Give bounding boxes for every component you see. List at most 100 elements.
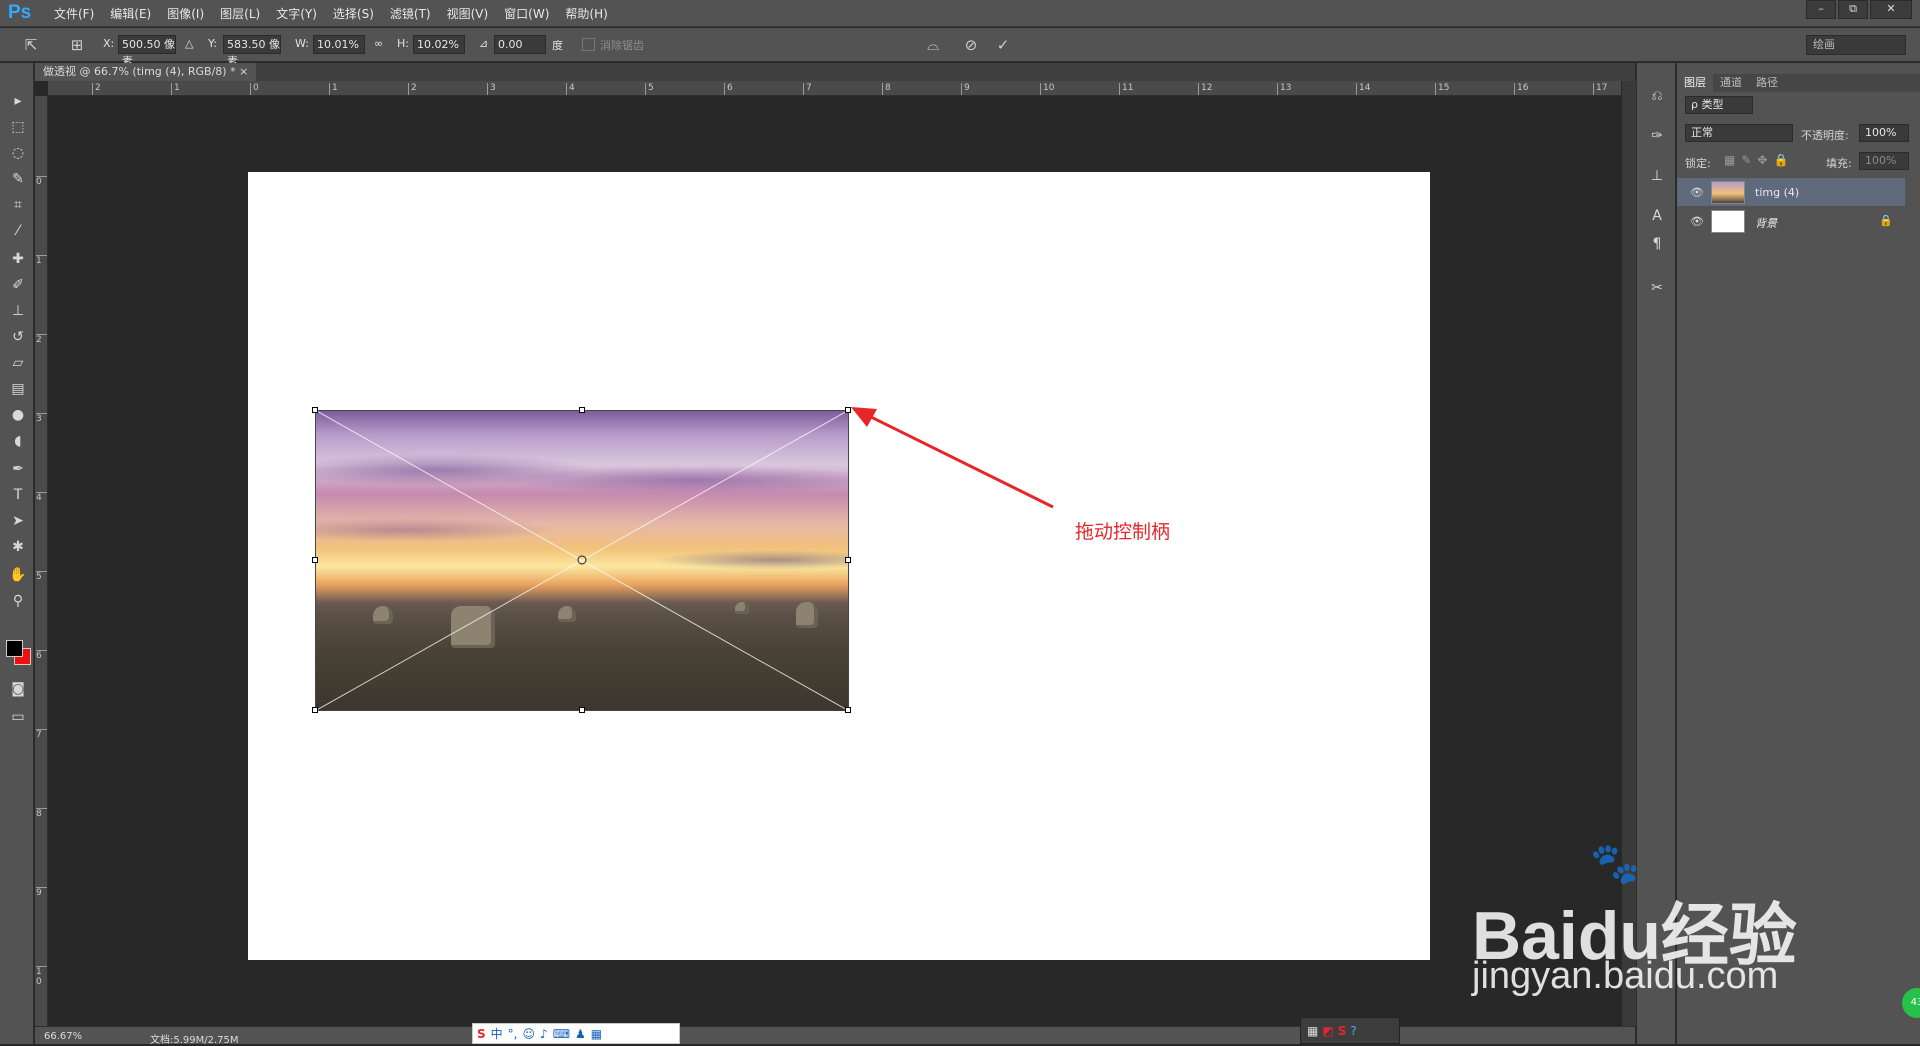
menu-view[interactable]: 视图(V) xyxy=(439,5,497,22)
menu-layer[interactable]: 图层(L) xyxy=(212,5,268,22)
mic-icon[interactable]: ♪ xyxy=(540,1027,548,1041)
menu-file[interactable]: 文件(F) xyxy=(46,5,102,22)
blur-tool-icon[interactable]: ● xyxy=(8,405,28,425)
ruler-v-label: 6 xyxy=(36,650,47,661)
vertical-ruler[interactable]: 0 1 2 3 4 5 6 7 8 9 1 0 xyxy=(35,96,48,1026)
screen-mode-icon[interactable]: ▭ xyxy=(8,707,28,727)
panel-tabs: 图层 通道 路径 xyxy=(1677,74,1920,92)
reference-point-icon[interactable]: ⊞ xyxy=(66,34,88,56)
layer-name[interactable]: timg (4) xyxy=(1755,186,1799,199)
marquee-tool-icon[interactable]: ⬚ xyxy=(8,117,28,137)
transform-tool-icon[interactable]: ⇱ xyxy=(20,34,42,56)
layer-row[interactable]: 👁 timg (4) xyxy=(1677,178,1905,206)
punctuation-icon[interactable]: °, xyxy=(508,1027,518,1041)
minimize-button[interactable]: – xyxy=(1806,0,1836,19)
tray-sogou-icon[interactable]: S xyxy=(1338,1024,1347,1038)
transform-handle-left[interactable] xyxy=(312,557,318,563)
dodge-tool-icon[interactable]: ◖ xyxy=(8,431,28,451)
visibility-eye-icon[interactable]: 👁 xyxy=(1690,186,1704,199)
antialias-checkbox[interactable] xyxy=(582,38,595,51)
crop-tool-icon[interactable]: ⌗ xyxy=(8,195,28,215)
path-select-tool-icon[interactable]: ➤ xyxy=(8,511,28,531)
layer-name[interactable]: 背景 xyxy=(1755,215,1777,231)
layer-filter-select[interactable]: ρ 类型 xyxy=(1685,96,1753,114)
workspace-select[interactable]: 绘画 xyxy=(1806,35,1906,55)
menu-help[interactable]: 帮助(H) xyxy=(557,5,615,22)
pen-tool-icon[interactable]: ✒ xyxy=(8,459,28,479)
ruler-h-label: 8 xyxy=(882,83,891,95)
tray-pdf-icon[interactable]: ◩ xyxy=(1322,1024,1333,1038)
restore-button[interactable]: ⧉ xyxy=(1838,0,1868,19)
transform-handle-bottom[interactable] xyxy=(579,707,585,713)
quick-mask-icon[interactable]: ◙ xyxy=(8,679,28,699)
healing-tool-icon[interactable]: ✚ xyxy=(8,249,28,269)
transform-handle-top-left[interactable] xyxy=(312,407,318,413)
horizontal-ruler[interactable]: 2 1 0 1 2 3 4 5 6 7 8 9 10 11 12 13 14 1… xyxy=(48,81,1621,96)
close-button[interactable]: ✕ xyxy=(1870,0,1912,19)
shape-tool-icon[interactable]: ✱ xyxy=(8,537,28,557)
cancel-transform-icon[interactable]: ⊘ xyxy=(960,34,982,56)
height-input[interactable]: 10.02% xyxy=(413,35,465,54)
layer-row[interactable]: 👁 背景 🔒 xyxy=(1677,207,1905,235)
zoom-level[interactable]: 66.67% xyxy=(44,1031,82,1042)
tool-presets-icon[interactable]: ✂ xyxy=(1645,277,1669,299)
ruler-h-label: 9 xyxy=(961,83,970,95)
menu-image[interactable]: 图像(I) xyxy=(159,5,212,22)
tray-grid-icon[interactable]: ▦ xyxy=(1307,1024,1318,1038)
type-tool-icon[interactable]: T xyxy=(8,485,28,505)
character-panel-icon[interactable]: A xyxy=(1645,205,1669,227)
menu-type[interactable]: 文字(Y) xyxy=(268,5,325,22)
watermark-url: jingyan.baidu.com xyxy=(1472,955,1779,997)
clone-source-icon[interactable]: ⊥ xyxy=(1645,165,1669,187)
document-tab[interactable]: 做透视 @ 66.7% (timg (4), RGB/8) * × xyxy=(35,63,257,81)
blend-mode-select[interactable]: 正常 xyxy=(1685,124,1793,142)
tab-channels[interactable]: 通道 xyxy=(1713,74,1749,92)
free-transform-bounding-box[interactable] xyxy=(312,407,851,713)
fill-input[interactable]: 100% xyxy=(1859,152,1909,170)
visibility-eye-icon[interactable]: 👁 xyxy=(1690,215,1704,228)
layer-thumbnail xyxy=(1711,210,1745,233)
gradient-tool-icon[interactable]: ▤ xyxy=(8,379,28,399)
hand-tool-icon[interactable]: ✋ xyxy=(8,565,28,585)
rotate-input[interactable]: 0.00 xyxy=(494,35,546,54)
relative-position-icon[interactable]: △ xyxy=(185,37,193,50)
foreground-color-swatch[interactable] xyxy=(6,640,23,657)
stamp-tool-icon[interactable]: ⊥ xyxy=(8,301,28,321)
tab-layers[interactable]: 图层 xyxy=(1677,74,1713,92)
brush-presets-icon[interactable]: ✑ xyxy=(1645,125,1669,147)
lasso-tool-icon[interactable]: ◌ xyxy=(8,143,28,163)
move-tool-icon[interactable]: ▸ xyxy=(8,91,28,111)
tray-help-icon[interactable]: ? xyxy=(1350,1024,1356,1038)
paragraph-panel-icon[interactable]: ¶ xyxy=(1645,233,1669,255)
emoji-icon[interactable]: ☺ xyxy=(523,1027,536,1041)
ime-mode[interactable]: 中 xyxy=(491,1025,503,1042)
history-brush-tool-icon[interactable]: ↺ xyxy=(8,327,28,347)
tab-paths[interactable]: 路径 xyxy=(1749,74,1785,92)
menu-filter[interactable]: 滤镜(T) xyxy=(382,5,439,22)
link-icon[interactable]: ∞ xyxy=(374,37,383,50)
skin-icon[interactable]: ♟ xyxy=(575,1027,586,1041)
opacity-input[interactable]: 100% xyxy=(1859,124,1909,142)
menu-select[interactable]: 选择(S) xyxy=(325,5,382,22)
y-input[interactable]: 583.50 像素 xyxy=(223,35,281,68)
commit-transform-icon[interactable]: ✓ xyxy=(992,34,1014,56)
transform-handle-bottom-left[interactable] xyxy=(312,707,318,713)
menu-edit[interactable]: 编辑(E) xyxy=(102,5,159,22)
menu-window[interactable]: 窗口(W) xyxy=(496,5,557,22)
eraser-tool-icon[interactable]: ▱ xyxy=(8,353,28,373)
zoom-tool-icon[interactable]: ⚲ xyxy=(8,591,28,611)
keyboard-icon[interactable]: ⌨ xyxy=(553,1027,570,1041)
lock-options-icon[interactable]: ▦✎✥🔒 xyxy=(1724,153,1794,167)
quick-select-tool-icon[interactable]: ✎ xyxy=(8,169,28,189)
transform-handle-top[interactable] xyxy=(579,407,585,413)
brush-tool-icon[interactable]: ✐ xyxy=(8,275,28,295)
transform-handle-bottom-right[interactable] xyxy=(845,707,851,713)
eyedropper-tool-icon[interactable]: ⁄ xyxy=(8,221,28,241)
transform-handle-right[interactable] xyxy=(845,557,851,563)
history-panel-icon[interactable]: ⎌ xyxy=(1645,85,1669,107)
width-input[interactable]: 10.01% xyxy=(313,35,365,54)
ruler-h-label: 1 xyxy=(329,83,338,95)
warp-mode-icon[interactable]: ⌓ xyxy=(922,34,944,56)
toolbox-icon[interactable]: ▦ xyxy=(591,1027,602,1041)
x-input[interactable]: 500.50 像素 xyxy=(118,35,176,68)
